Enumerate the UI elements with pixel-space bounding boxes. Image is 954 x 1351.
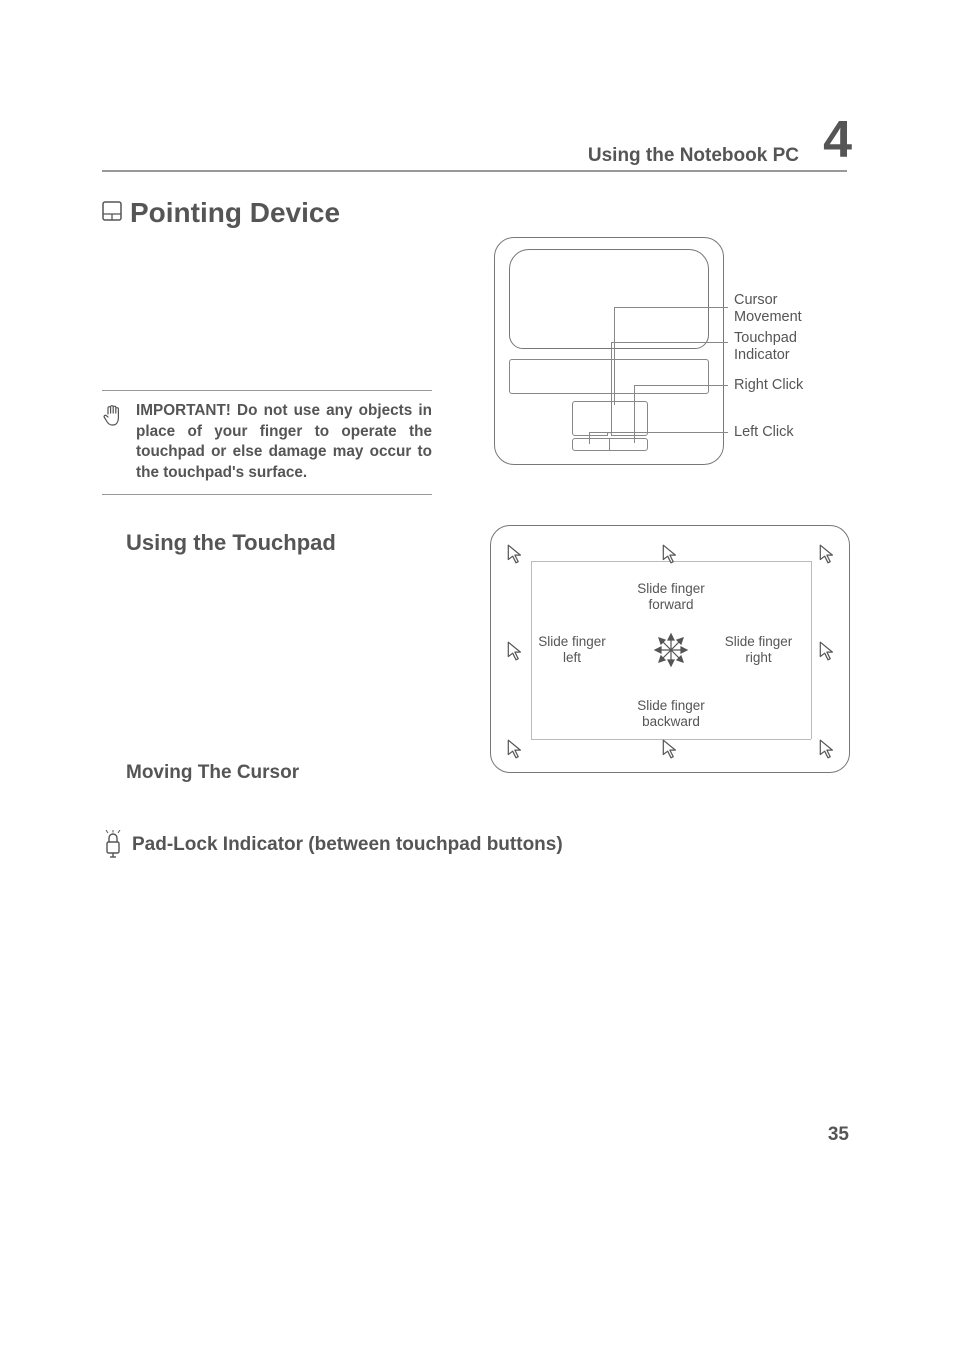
callout-line	[634, 385, 635, 443]
cursor-icon	[808, 729, 848, 769]
cursor-icon	[808, 631, 848, 671]
touchpad-icon	[102, 201, 122, 226]
laptop-keyboard	[509, 359, 709, 394]
cursor-icon	[496, 729, 536, 769]
laptop-screen	[509, 249, 709, 349]
callout-line	[614, 307, 615, 405]
pointing-device-heading: Pointing Device	[130, 197, 340, 229]
laptop-diagram: Cursor Movement Touchpad Indicator Right…	[494, 237, 844, 465]
padlock-icon	[102, 830, 124, 865]
header-title: Using the Notebook PC	[588, 145, 799, 167]
compass-arrows-icon	[651, 630, 691, 670]
important-note-box: IMPORTANT! Do not use any objects in pla…	[102, 390, 432, 495]
moving-cursor-heading: Moving The Cursor	[126, 762, 299, 784]
cursor-icon	[496, 631, 536, 671]
padlock-heading-row: Pad-Lock Indicator (between touchpad but…	[102, 830, 563, 865]
callout-left-click: Left Click	[734, 424, 794, 441]
cursor-icon	[808, 534, 848, 574]
label-slide-left: Slide finger left	[537, 634, 607, 666]
using-touchpad-heading: Using the Touchpad	[126, 530, 336, 556]
important-note-text: IMPORTANT! Do not use any objects in pla…	[136, 401, 432, 484]
callout-cursor-movement: Cursor Movement	[734, 292, 814, 327]
callout-line	[589, 432, 590, 444]
page-number: 35	[828, 1124, 849, 1146]
page: Using the Notebook PC 4 Pointing Device …	[0, 0, 954, 1351]
callout-line	[611, 342, 728, 343]
section-heading-row: Pointing Device	[102, 197, 340, 229]
chapter-number: 4	[823, 110, 852, 170]
cursor-icon	[496, 534, 536, 574]
cursor-icon	[651, 534, 691, 574]
laptop-touchpad	[572, 401, 648, 436]
laptop-touchpad-divider	[609, 438, 610, 451]
label-slide-forward: Slide finger forward	[621, 581, 721, 613]
callout-right-click: Right Click	[734, 377, 803, 394]
callout-line	[614, 307, 728, 308]
callout-line	[589, 432, 728, 433]
label-slide-backward: Slide finger backward	[621, 698, 721, 730]
callout-touchpad-indicator: Touchpad Indicator	[734, 330, 814, 365]
padlock-heading: Pad-Lock Indicator (between touchpad but…	[132, 830, 563, 856]
callout-line	[634, 385, 728, 386]
cursor-icon	[651, 729, 691, 769]
touchpad-directions-diagram: Slide finger forward Slide finger left S…	[490, 525, 850, 773]
callout-line	[611, 342, 612, 432]
hand-icon	[102, 401, 126, 484]
laptop-touchpad-buttons	[572, 438, 648, 451]
header-rule	[102, 170, 847, 172]
label-slide-right: Slide finger right	[716, 634, 801, 666]
